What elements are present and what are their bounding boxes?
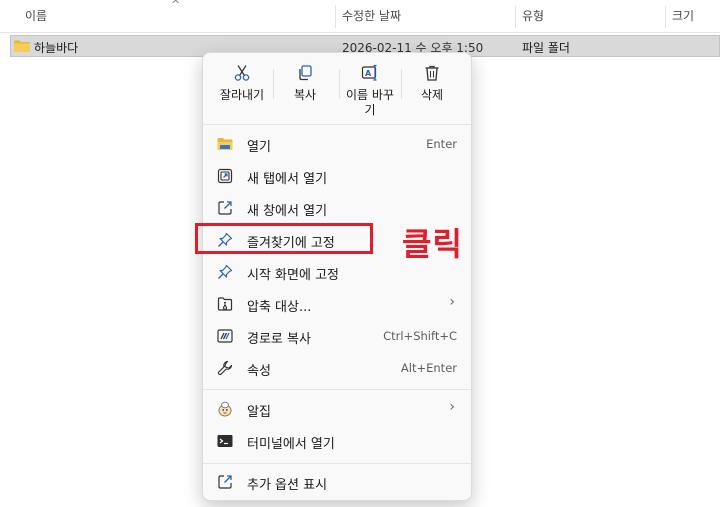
menu-divider bbox=[203, 124, 471, 125]
menu-item-alzip[interactable]: 알집 › bbox=[207, 394, 467, 424]
menu-divider bbox=[203, 389, 471, 390]
chevron-right-icon: › bbox=[449, 399, 455, 415]
cut-label: 잘라내기 bbox=[219, 88, 265, 102]
menu-item-label: 속성 bbox=[247, 364, 271, 379]
highlight-box bbox=[195, 223, 373, 254]
menu-item-shortcut: Ctrl+Shift+C bbox=[383, 329, 457, 343]
menu-item-open-in-terminal[interactable]: 터미널에서 열기 bbox=[207, 426, 467, 456]
copy-path-icon bbox=[217, 329, 233, 343]
click-annotation: 클릭 bbox=[402, 225, 463, 263]
menu-item-compress-to[interactable]: 압축 대상... › bbox=[207, 289, 467, 319]
menu-item-label: 열기 bbox=[247, 140, 271, 155]
svg-text:A: A bbox=[365, 69, 372, 78]
menu-item-label: 새 탭에서 열기 bbox=[247, 172, 328, 187]
terminal-icon bbox=[217, 435, 233, 447]
pin-icon bbox=[218, 264, 233, 279]
wrench-icon bbox=[217, 360, 233, 376]
copy-label: 복사 bbox=[293, 88, 317, 102]
menu-item-label: 알집 bbox=[247, 405, 271, 420]
menu-item-label: 터미널에서 열기 bbox=[247, 437, 335, 452]
cut-button[interactable]: 잘라내기 bbox=[211, 61, 273, 123]
scissors-icon bbox=[234, 65, 250, 81]
menu-item-properties[interactable]: 속성 Alt+Enter bbox=[207, 353, 467, 383]
column-size[interactable]: 크기 bbox=[672, 0, 720, 32]
copy-button[interactable]: 복사 bbox=[273, 61, 337, 123]
rename-label: 이름 바꾸기 bbox=[346, 88, 394, 117]
menu-item-label: 압축 대상... bbox=[247, 300, 312, 315]
column-divider[interactable] bbox=[335, 6, 336, 28]
column-divider[interactable] bbox=[515, 6, 516, 28]
menu-item-open-new-tab[interactable]: 새 탭에서 열기 bbox=[207, 161, 467, 191]
menu-item-open[interactable]: 열기 Enter bbox=[207, 129, 467, 159]
menu-item-copy-as-path[interactable]: 경로로 복사 Ctrl+Shift+C bbox=[207, 321, 467, 351]
menu-divider bbox=[203, 463, 471, 464]
delete-label: 삭제 bbox=[420, 88, 444, 102]
trash-icon bbox=[425, 65, 439, 81]
copy-icon bbox=[299, 65, 312, 81]
column-type[interactable]: 유형 bbox=[522, 0, 662, 32]
menu-item-label: 추가 옵션 표시 bbox=[247, 478, 328, 493]
quick-action-bar: 잘라내기 복사 A 이름 바꾸기 삭제 bbox=[211, 61, 463, 123]
chevron-right-icon: › bbox=[449, 294, 455, 310]
sort-ascending-icon: ^ bbox=[171, 0, 181, 11]
menu-item-show-more-options[interactable]: 추가 옵션 표시 bbox=[207, 467, 467, 497]
rename-button[interactable]: A 이름 바꾸기 bbox=[339, 61, 401, 123]
context-menu: 잘라내기 복사 A 이름 바꾸기 삭제 열기 Enter 새 탭에서 열기 새 … bbox=[202, 52, 472, 501]
column-date-modified[interactable]: 수정한 날짜 bbox=[342, 0, 512, 32]
menu-item-shortcut: Alt+Enter bbox=[400, 361, 457, 375]
menu-item-label: 경로로 복사 bbox=[247, 332, 311, 347]
column-divider[interactable] bbox=[665, 6, 666, 28]
menu-item-label: 새 창에서 열기 bbox=[247, 204, 328, 219]
file-name: 하늘바다 bbox=[34, 41, 79, 55]
menu-item-shortcut: Enter bbox=[426, 137, 457, 151]
more-options-icon bbox=[218, 475, 232, 489]
zip-icon bbox=[217, 297, 233, 311]
alzip-icon bbox=[218, 401, 232, 417]
folder-open-icon bbox=[217, 138, 233, 150]
new-tab-icon bbox=[217, 168, 233, 184]
file-type: 파일 폴더 bbox=[522, 41, 570, 55]
menu-item-label: 시작 화면에 고정 bbox=[247, 268, 339, 283]
column-header: 이름 ^ 수정한 날짜 유형 크기 bbox=[0, 0, 720, 33]
new-window-icon bbox=[218, 201, 232, 215]
delete-button[interactable]: 삭제 bbox=[401, 61, 463, 123]
rename-icon: A bbox=[361, 64, 377, 81]
folder-icon bbox=[14, 40, 30, 52]
